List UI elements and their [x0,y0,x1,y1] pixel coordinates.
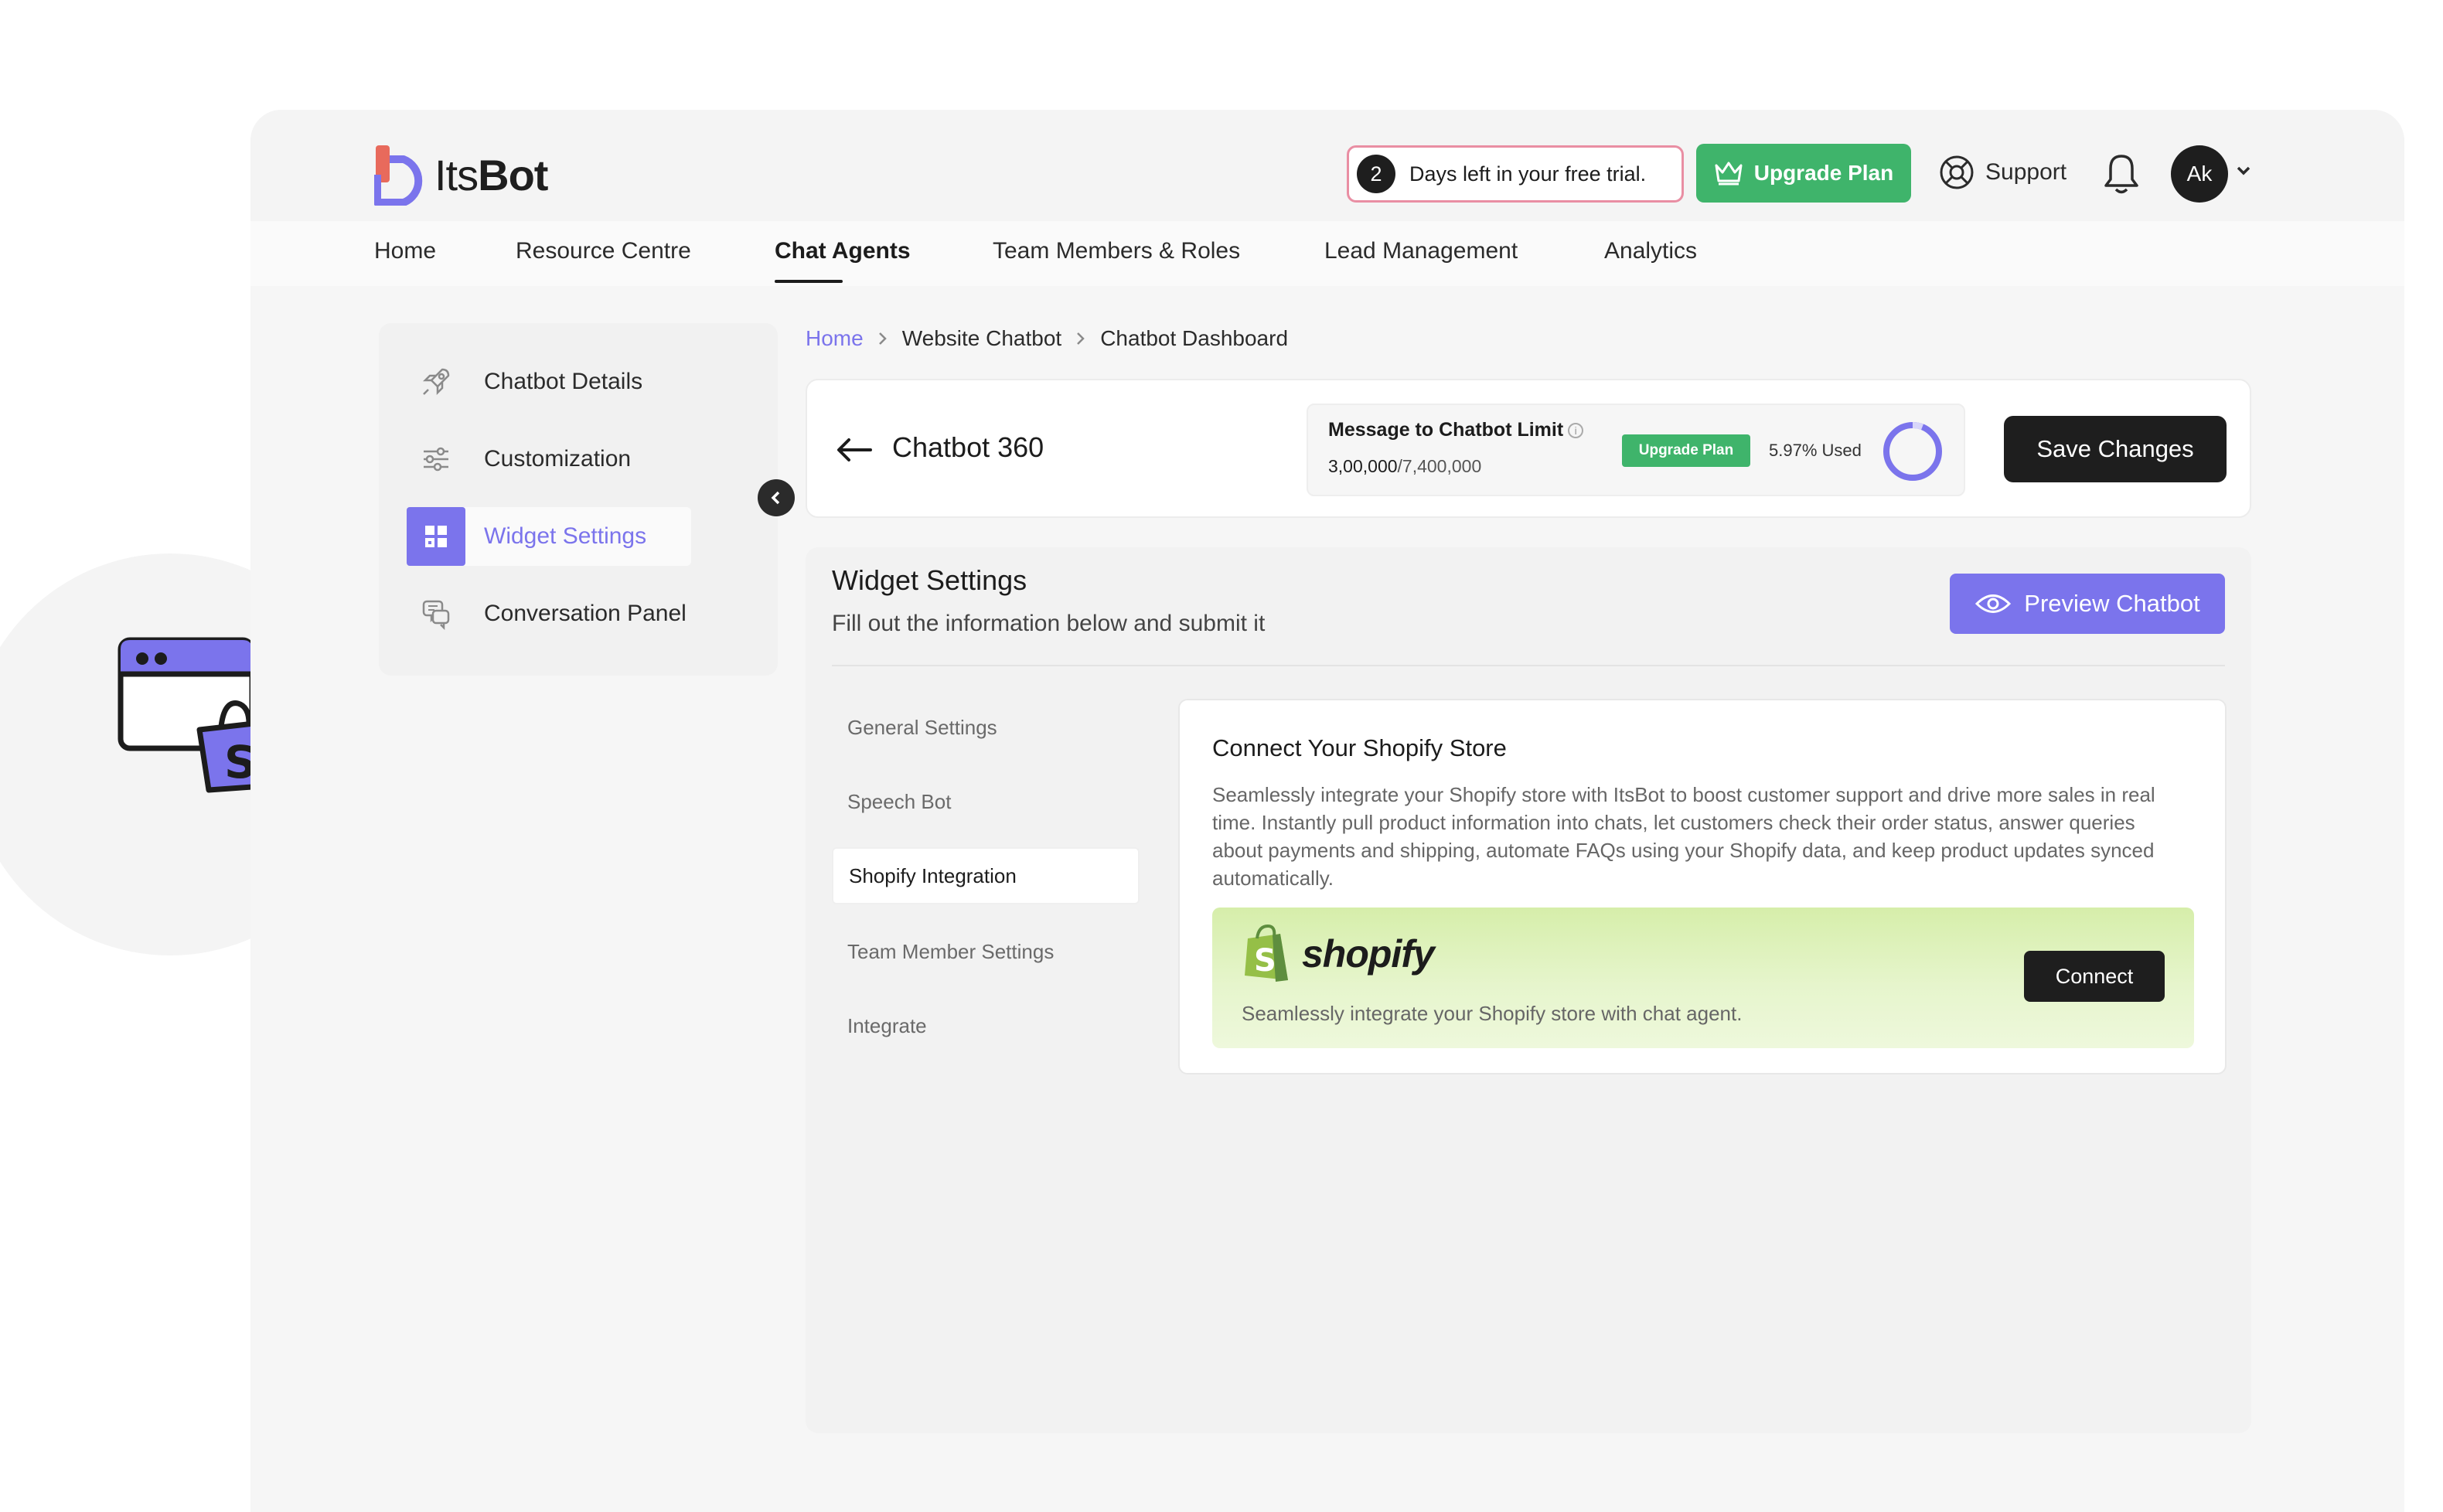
save-changes-button[interactable]: Save Changes [2004,416,2227,482]
upgrade-plan-button[interactable]: Upgrade Plan [1696,144,1911,203]
trial-days-count: 2 [1357,155,1395,193]
chat-bubbles-icon [407,584,465,643]
widget-settings-subtitle: Fill out the information below and submi… [832,611,1266,636]
trial-banner: 2 Days left in your free trial. [1347,145,1684,203]
usage-ring-chart [1883,422,1942,481]
topbar [250,110,2404,221]
crown-icon [1715,162,1743,186]
sidebar-item-chatbot-details[interactable]: Chatbot Details [407,352,642,411]
nav-resource-centre[interactable]: Resource Centre [516,238,691,264]
nav-chat-agents[interactable]: Chat Agents [775,238,911,264]
rocket-icon [407,352,465,411]
logo-text: ItsBot [434,150,548,199]
itsbot-logo[interactable]: ItsBot [374,144,548,206]
sliders-icon [407,430,465,489]
sidebar-item-label: Widget Settings [484,523,647,549]
nav-team-members-roles[interactable]: Team Members & Roles [993,238,1240,264]
widget-grid-icon [407,507,465,566]
eye-icon [1975,594,2012,613]
sidebar-item-label: Conversation Panel [484,601,687,626]
nav-home[interactable]: Home [374,238,436,264]
chevron-right-icon [878,332,887,345]
sidebar-item-conversation-panel[interactable]: Conversation Panel [407,584,687,643]
chatbot-header-card: Chatbot 360 Message to Chatbot Limit i 3,… [806,379,2251,518]
shopify-card-description: Seamlessly integrate your Shopify store … [1212,783,2155,890]
breadcrumb-current: Chatbot Dashboard [1100,326,1289,350]
chatbot-title: Chatbot 360 [892,431,1044,463]
tab-shopify-integration[interactable]: Shopify Integration [832,847,1140,904]
nav-active-underline [775,280,843,283]
support-link[interactable]: Support [1939,155,2066,190]
tab-speech-bot[interactable]: Speech Bot [832,773,1140,830]
connect-shopify-button[interactable]: Connect [2024,951,2165,1002]
widget-settings-card: Widget Settings Fill out the information… [806,547,2251,1433]
shopify-bag-icon: S [1245,925,1288,982]
usage-percent-label: 5.97% Used [1769,441,1862,460]
message-limit-title: Message to Chatbot Limit i [1328,419,1584,441]
nav-analytics[interactable]: Analytics [1604,238,1697,264]
shopify-logo: S shopify [1242,925,1435,983]
svg-text:S: S [1254,943,1276,979]
info-icon[interactable]: i [1568,423,1584,439]
sidebar-collapse-button[interactable] [758,479,795,516]
upgrade-plan-label: Upgrade Plan [1753,161,1894,185]
shopify-logo-text: shopify [1302,932,1435,976]
tab-integrate[interactable]: Integrate [832,997,1140,1054]
chevron-down-icon[interactable] [2236,165,2251,176]
sidebar-item-label: Chatbot Details [484,369,643,394]
lifebuoy-icon [1940,155,1974,189]
sidebar: Chatbot Details Customization Widget Set… [379,323,778,676]
chevron-left-icon [771,491,780,505]
sidebar-item-customization[interactable]: Customization [407,430,631,489]
notification-bell-icon[interactable] [2103,153,2140,195]
shopify-card-title: Connect Your Shopify Store [1212,734,1507,761]
sidebar-item-label: Customization [484,446,632,472]
message-limit-panel: Message to Chatbot Limit i 3,00,000/7,400… [1307,404,1965,496]
shopify-connect-card: Connect Your Shopify Store Seamlessly in… [1178,699,2227,1074]
breadcrumb-website-chatbot[interactable]: Website Chatbot [902,326,1062,351]
tab-team-member-settings[interactable]: Team Member Settings [832,923,1140,980]
tab-general-settings[interactable]: General Settings [832,699,1140,756]
message-limit-values: 3,00,000/7,400,000 [1328,456,1482,476]
shopify-banner-text: Seamlessly integrate your Shopify store … [1242,1002,1743,1025]
limit-upgrade-plan-button[interactable]: Upgrade Plan [1622,434,1750,467]
breadcrumb: Home Website Chatbot Chatbot Dashboard [806,326,1288,351]
sidebar-item-widget-settings[interactable]: Widget Settings [407,507,691,566]
support-label: Support [1985,159,2067,185]
user-avatar[interactable]: Ak [2171,145,2228,203]
preview-chatbot-button[interactable]: Preview Chatbot [1950,574,2225,634]
nav-lead-management[interactable]: Lead Management [1324,238,1518,264]
chevron-right-icon [1077,332,1085,345]
divider [832,665,2225,666]
app-window: ItsBot 2 Days left in your free trial. U… [250,110,2404,1512]
back-arrow-icon[interactable] [835,436,874,464]
trial-text: Days left in your free trial. [1409,162,1647,186]
widget-settings-title: Widget Settings [832,564,1027,596]
shopify-banner: S shopify Seamlessly integrate your Shop… [1212,908,2194,1048]
itsbot-logo-icon [374,145,423,206]
preview-chatbot-label: Preview Chatbot [2024,590,2200,617]
breadcrumb-home[interactable]: Home [806,326,864,351]
